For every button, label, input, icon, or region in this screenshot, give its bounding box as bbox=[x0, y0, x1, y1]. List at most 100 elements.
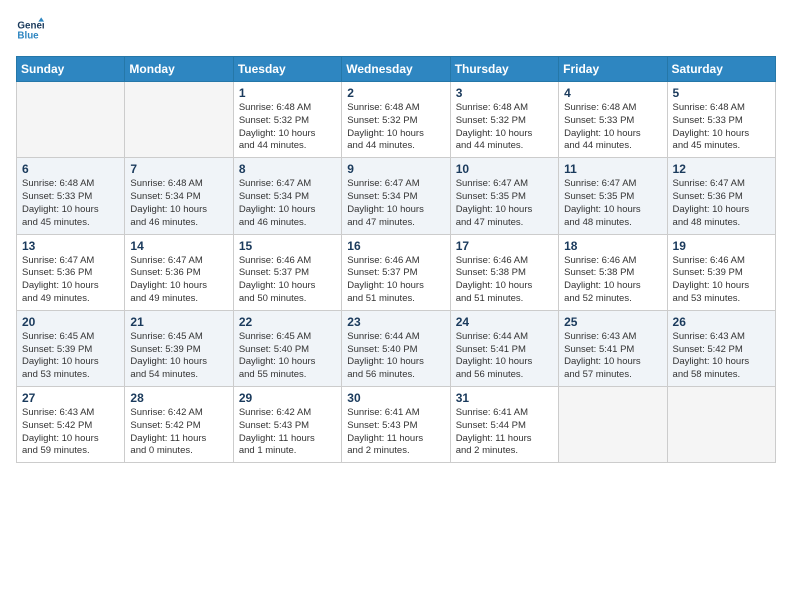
day-info: Sunrise: 6:48 AM Sunset: 5:33 PM Dayligh… bbox=[22, 178, 119, 229]
page-header: General Blue bbox=[16, 16, 776, 44]
calendar-cell: 23 Sunrise: 6:44 AM Sunset: 5:40 PM Dayli… bbox=[342, 310, 450, 386]
calendar-week-row: 13 Sunrise: 6:47 AM Sunset: 5:36 PM Dayli… bbox=[17, 234, 776, 310]
day-number: 30 bbox=[347, 391, 444, 405]
calendar-cell: 22 Sunrise: 6:45 AM Sunset: 5:40 PM Dayli… bbox=[233, 310, 341, 386]
day-number: 15 bbox=[239, 239, 336, 253]
calendar-cell: 17 Sunrise: 6:46 AM Sunset: 5:38 PM Dayli… bbox=[450, 234, 558, 310]
calendar-cell: 29 Sunrise: 6:42 AM Sunset: 5:43 PM Dayli… bbox=[233, 387, 341, 463]
calendar-cell: 15 Sunrise: 6:46 AM Sunset: 5:37 PM Dayli… bbox=[233, 234, 341, 310]
day-info: Sunrise: 6:46 AM Sunset: 5:39 PM Dayligh… bbox=[673, 255, 770, 306]
calendar-cell: 9 Sunrise: 6:47 AM Sunset: 5:34 PM Daylig… bbox=[342, 158, 450, 234]
logo-icon: General Blue bbox=[16, 16, 44, 44]
calendar-cell: 8Sunrise: 6:47 AM Sunset: 5:34 PM Daylig… bbox=[233, 158, 341, 234]
calendar-cell: 6 Sunrise: 6:48 AM Sunset: 5:33 PM Daylig… bbox=[17, 158, 125, 234]
calendar-cell: 16Sunrise: 6:46 AM Sunset: 5:37 PM Dayli… bbox=[342, 234, 450, 310]
calendar-cell: 7 Sunrise: 6:48 AM Sunset: 5:34 PM Daylig… bbox=[125, 158, 233, 234]
col-header-saturday: Saturday bbox=[667, 57, 775, 82]
day-info: Sunrise: 6:43 AM Sunset: 5:42 PM Dayligh… bbox=[22, 407, 119, 458]
col-header-wednesday: Wednesday bbox=[342, 57, 450, 82]
day-number: 27 bbox=[22, 391, 119, 405]
calendar-week-row: 6 Sunrise: 6:48 AM Sunset: 5:33 PM Daylig… bbox=[17, 158, 776, 234]
calendar-cell: 24 Sunrise: 6:44 AM Sunset: 5:41 PM Dayli… bbox=[450, 310, 558, 386]
day-info: Sunrise: 6:45 AM Sunset: 5:40 PM Dayligh… bbox=[239, 331, 336, 382]
day-number: 28 bbox=[130, 391, 227, 405]
day-info: Sunrise: 6:47 AM Sunset: 5:34 PM Dayligh… bbox=[347, 178, 444, 229]
day-number: 4 bbox=[564, 86, 661, 100]
calendar-cell: 25 Sunrise: 6:43 AM Sunset: 5:41 PM Dayli… bbox=[559, 310, 667, 386]
day-number: 18 bbox=[564, 239, 661, 253]
day-info: Sunrise: 6:47 AM Sunset: 5:35 PM Dayligh… bbox=[564, 178, 661, 229]
calendar-cell: 27 Sunrise: 6:43 AM Sunset: 5:42 PM Dayli… bbox=[17, 387, 125, 463]
calendar-cell bbox=[559, 387, 667, 463]
day-number: 9 bbox=[347, 162, 444, 176]
calendar-cell: 21 Sunrise: 6:45 AM Sunset: 5:39 PM Dayli… bbox=[125, 310, 233, 386]
day-info: Sunrise: 6:47 AM Sunset: 5:36 PM Dayligh… bbox=[130, 255, 227, 306]
calendar-cell: 19 Sunrise: 6:46 AM Sunset: 5:39 PM Dayli… bbox=[667, 234, 775, 310]
day-info: Sunrise: 6:46 AM Sunset: 5:37 PM Dayligh… bbox=[239, 255, 336, 306]
day-info: Sunrise: 6:44 AM Sunset: 5:41 PM Dayligh… bbox=[456, 331, 553, 382]
col-header-thursday: Thursday bbox=[450, 57, 558, 82]
calendar-cell: 28 Sunrise: 6:42 AM Sunset: 5:42 PM Dayli… bbox=[125, 387, 233, 463]
col-header-sunday: Sunday bbox=[17, 57, 125, 82]
calendar-table: SundayMondayTuesdayWednesdayThursdayFrid… bbox=[16, 56, 776, 463]
calendar-week-row: 1 Sunrise: 6:48 AM Sunset: 5:32 PM Daylig… bbox=[17, 82, 776, 158]
logo: General Blue bbox=[16, 16, 48, 44]
day-number: 24 bbox=[456, 315, 553, 329]
day-number: 13 bbox=[22, 239, 119, 253]
calendar-cell: 2 Sunrise: 6:48 AM Sunset: 5:32 PM Daylig… bbox=[342, 82, 450, 158]
day-number: 3 bbox=[456, 86, 553, 100]
day-number: 14 bbox=[130, 239, 227, 253]
day-info: Sunrise: 6:48 AM Sunset: 5:34 PM Dayligh… bbox=[130, 178, 227, 229]
calendar-cell: 18 Sunrise: 6:46 AM Sunset: 5:38 PM Dayli… bbox=[559, 234, 667, 310]
day-number: 17 bbox=[456, 239, 553, 253]
calendar-cell: 4 Sunrise: 6:48 AM Sunset: 5:33 PM Daylig… bbox=[559, 82, 667, 158]
day-number: 22 bbox=[239, 315, 336, 329]
day-info: Sunrise: 6:48 AM Sunset: 5:33 PM Dayligh… bbox=[564, 102, 661, 153]
day-info: Sunrise: 6:46 AM Sunset: 5:38 PM Dayligh… bbox=[564, 255, 661, 306]
col-header-monday: Monday bbox=[125, 57, 233, 82]
day-number: 6 bbox=[22, 162, 119, 176]
day-info: Sunrise: 6:45 AM Sunset: 5:39 PM Dayligh… bbox=[22, 331, 119, 382]
calendar-cell: 1 Sunrise: 6:48 AM Sunset: 5:32 PM Daylig… bbox=[233, 82, 341, 158]
calendar-cell: 31 Sunrise: 6:41 AM Sunset: 5:44 PM Dayli… bbox=[450, 387, 558, 463]
day-number: 20 bbox=[22, 315, 119, 329]
day-info: Sunrise: 6:42 AM Sunset: 5:42 PM Dayligh… bbox=[130, 407, 227, 458]
day-info: Sunrise: 6:41 AM Sunset: 5:43 PM Dayligh… bbox=[347, 407, 444, 458]
day-info: Sunrise: 6:42 AM Sunset: 5:43 PM Dayligh… bbox=[239, 407, 336, 458]
day-number: 7 bbox=[130, 162, 227, 176]
calendar-cell: 14 Sunrise: 6:47 AM Sunset: 5:36 PM Dayli… bbox=[125, 234, 233, 310]
calendar-cell bbox=[17, 82, 125, 158]
day-number: 23 bbox=[347, 315, 444, 329]
svg-text:Blue: Blue bbox=[17, 30, 39, 41]
calendar-header-row: SundayMondayTuesdayWednesdayThursdayFrid… bbox=[17, 57, 776, 82]
day-info: Sunrise: 6:47 AM Sunset: 5:36 PM Dayligh… bbox=[673, 178, 770, 229]
day-number: 21 bbox=[130, 315, 227, 329]
calendar-cell bbox=[125, 82, 233, 158]
calendar-cell: 26Sunrise: 6:43 AM Sunset: 5:42 PM Dayli… bbox=[667, 310, 775, 386]
day-info: Sunrise: 6:47 AM Sunset: 5:34 PM Dayligh… bbox=[239, 178, 336, 229]
calendar-cell: 5Sunrise: 6:48 AM Sunset: 5:33 PM Daylig… bbox=[667, 82, 775, 158]
calendar-cell: 3Sunrise: 6:48 AM Sunset: 5:32 PM Daylig… bbox=[450, 82, 558, 158]
day-info: Sunrise: 6:45 AM Sunset: 5:39 PM Dayligh… bbox=[130, 331, 227, 382]
day-info: Sunrise: 6:41 AM Sunset: 5:44 PM Dayligh… bbox=[456, 407, 553, 458]
day-number: 31 bbox=[456, 391, 553, 405]
calendar-cell: 12 Sunrise: 6:47 AM Sunset: 5:36 PM Dayli… bbox=[667, 158, 775, 234]
calendar-week-row: 20 Sunrise: 6:45 AM Sunset: 5:39 PM Dayli… bbox=[17, 310, 776, 386]
day-info: Sunrise: 6:43 AM Sunset: 5:41 PM Dayligh… bbox=[564, 331, 661, 382]
calendar-cell: 10Sunrise: 6:47 AM Sunset: 5:35 PM Dayli… bbox=[450, 158, 558, 234]
day-number: 2 bbox=[347, 86, 444, 100]
day-info: Sunrise: 6:48 AM Sunset: 5:32 PM Dayligh… bbox=[239, 102, 336, 153]
col-header-tuesday: Tuesday bbox=[233, 57, 341, 82]
calendar-cell: 20 Sunrise: 6:45 AM Sunset: 5:39 PM Dayli… bbox=[17, 310, 125, 386]
day-number: 1 bbox=[239, 86, 336, 100]
col-header-friday: Friday bbox=[559, 57, 667, 82]
day-info: Sunrise: 6:46 AM Sunset: 5:38 PM Dayligh… bbox=[456, 255, 553, 306]
day-number: 29 bbox=[239, 391, 336, 405]
calendar-cell bbox=[667, 387, 775, 463]
day-info: Sunrise: 6:44 AM Sunset: 5:40 PM Dayligh… bbox=[347, 331, 444, 382]
day-number: 12 bbox=[673, 162, 770, 176]
day-number: 19 bbox=[673, 239, 770, 253]
day-number: 26 bbox=[673, 315, 770, 329]
day-number: 25 bbox=[564, 315, 661, 329]
day-info: Sunrise: 6:48 AM Sunset: 5:32 PM Dayligh… bbox=[347, 102, 444, 153]
